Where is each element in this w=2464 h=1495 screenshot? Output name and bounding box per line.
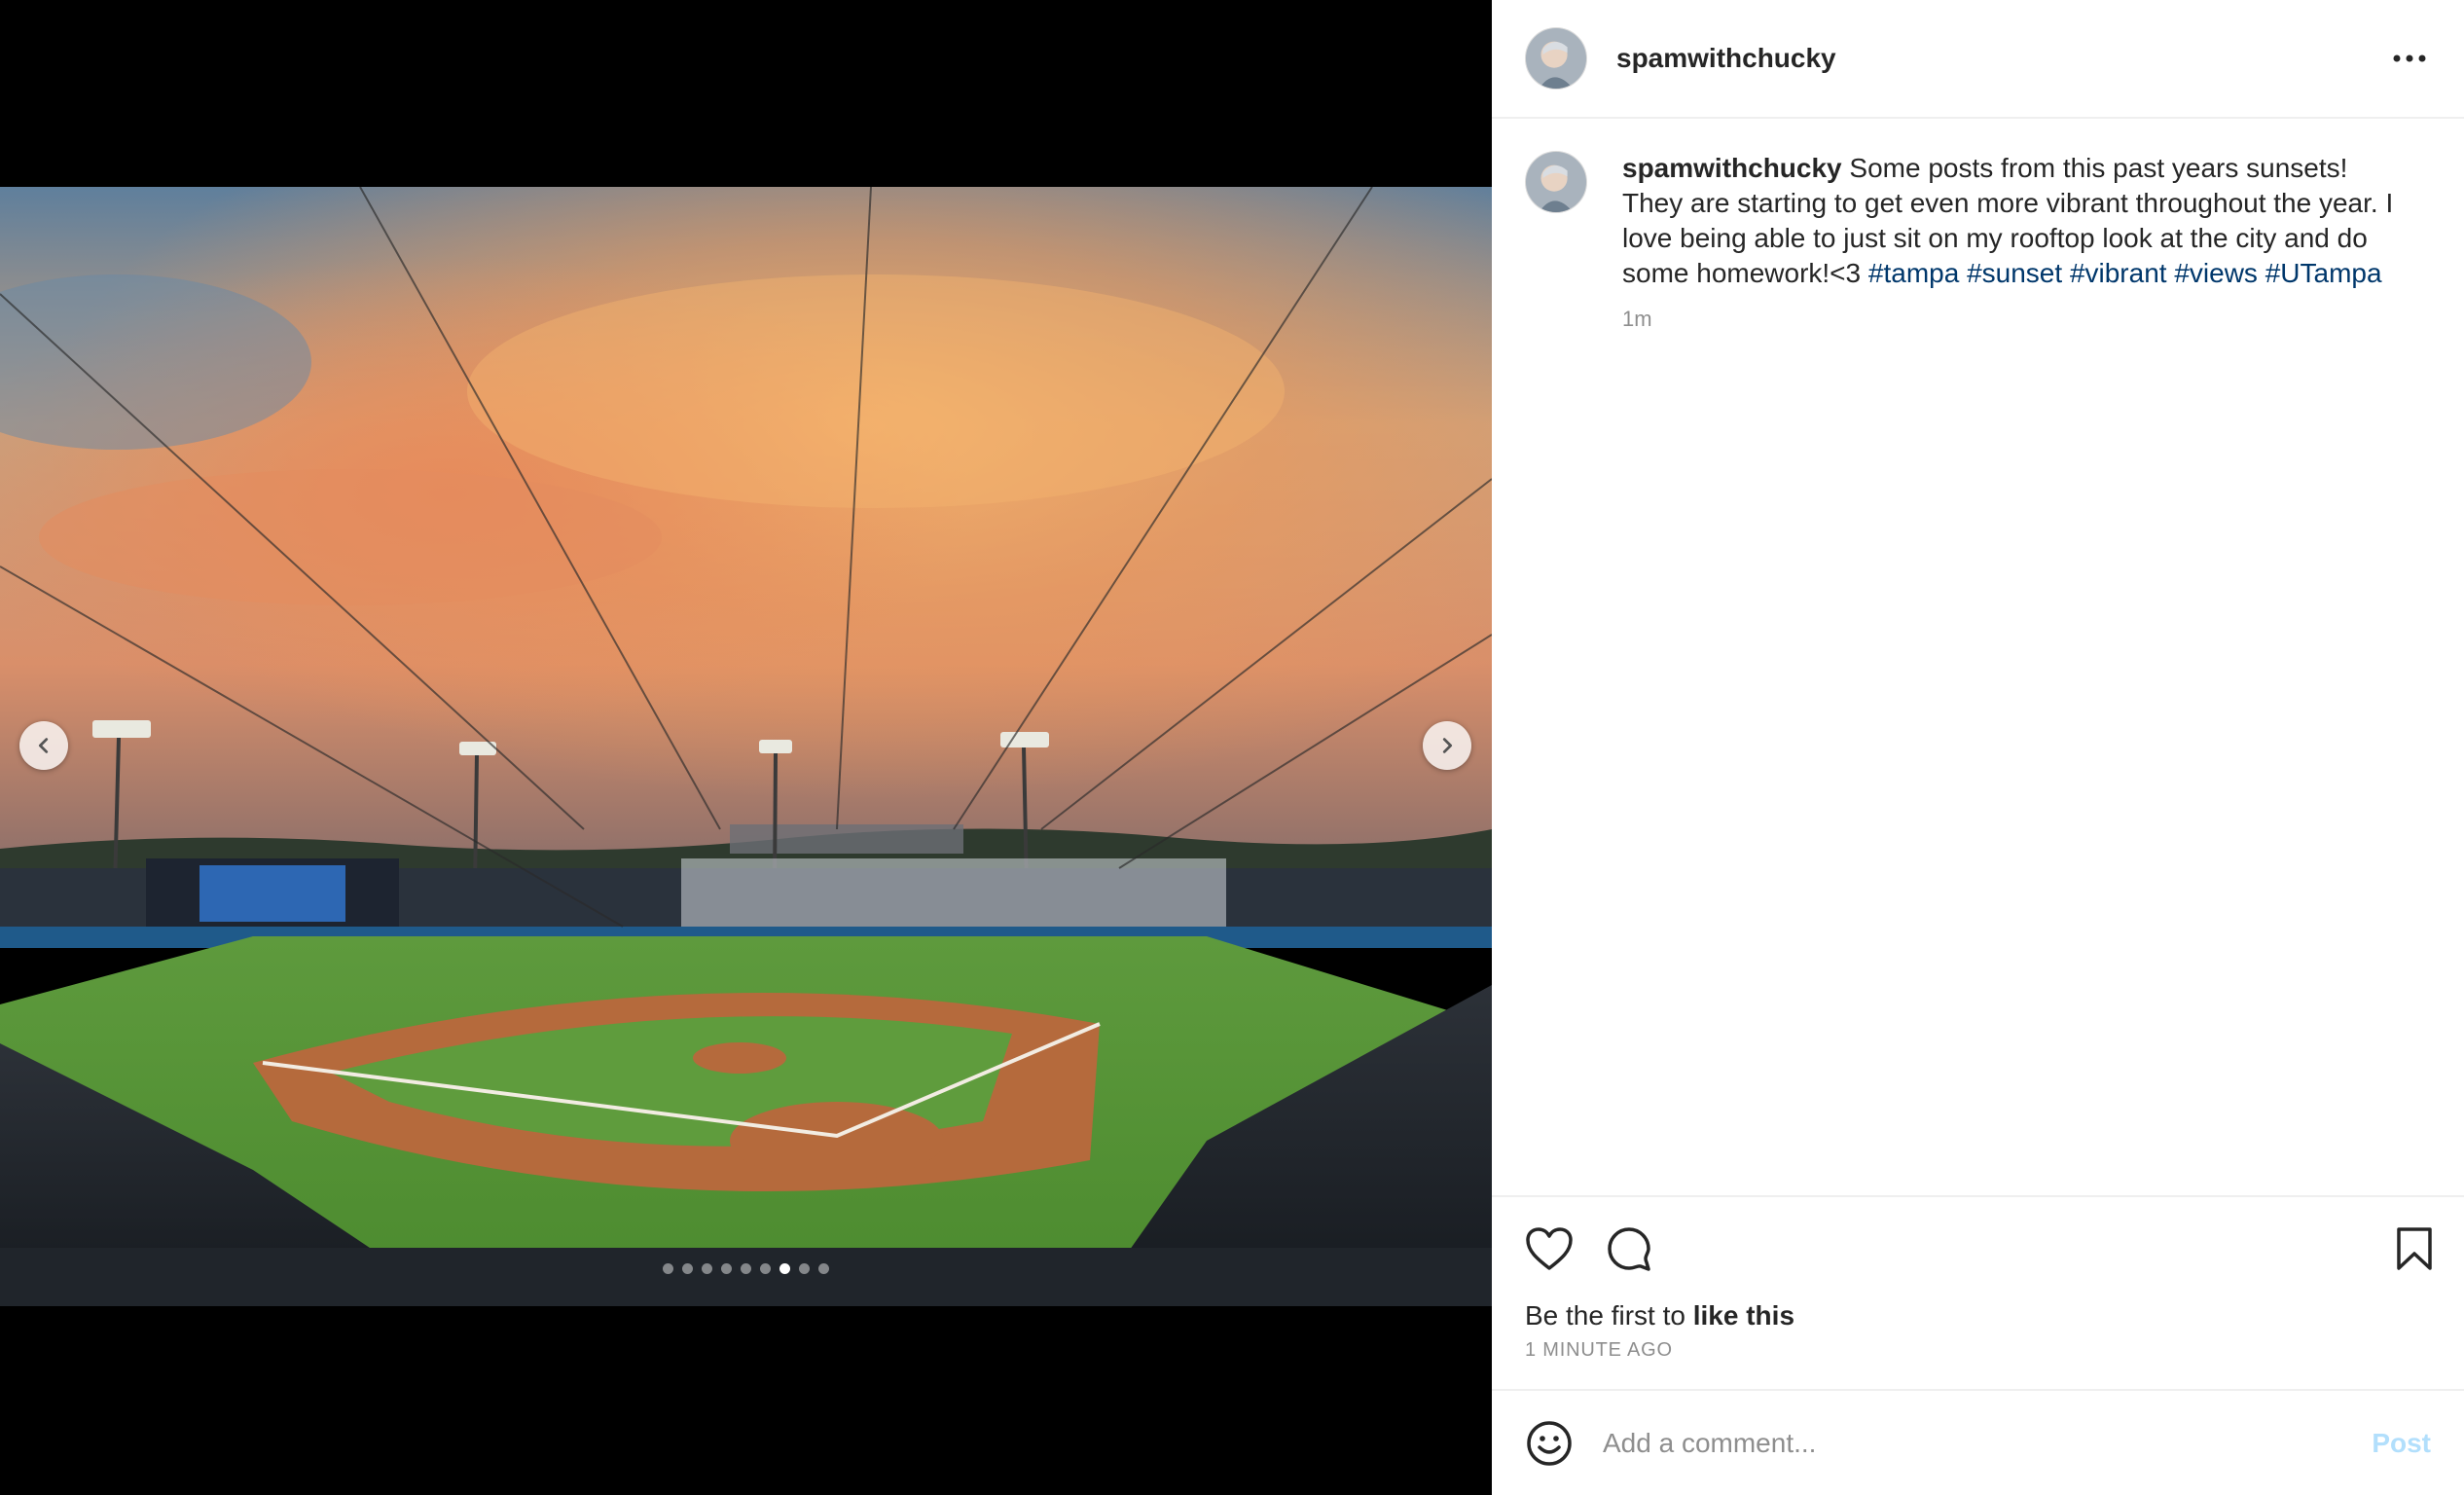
more-horizontal-icon	[2393, 55, 2426, 62]
save-button[interactable]	[2388, 1222, 2441, 1275]
carousel-dot	[702, 1263, 712, 1274]
hashtag-link[interactable]: #tampa	[1868, 258, 1959, 288]
carousel-indicator	[0, 1263, 1492, 1274]
caption-timestamp: 1m	[1622, 307, 1652, 331]
comment-button[interactable]	[1603, 1222, 1655, 1275]
hashtag-link[interactable]: #sunset	[1967, 258, 2062, 288]
post-timestamp: 1 MINUTE AGO	[1525, 1339, 1673, 1361]
carousel-dot	[760, 1263, 771, 1274]
comment-bubble-icon	[1608, 1227, 1650, 1271]
hashtag-link[interactable]: #views	[2174, 258, 2258, 288]
post-actions-section: Be the first to like this 1 MINUTE AGO	[1492, 1195, 2464, 1362]
like-button[interactable]	[1523, 1222, 1576, 1275]
stadium-sunset-image	[0, 187, 1492, 1306]
comment-form: Post	[1492, 1389, 2464, 1495]
more-options-button[interactable]	[2388, 37, 2431, 80]
caption: spamwithchucky Some posts from this past…	[1525, 151, 2406, 332]
like-this-link[interactable]: like this	[1693, 1300, 1794, 1331]
action-bar	[1492, 1197, 2464, 1300]
chevron-right-icon	[1442, 738, 1453, 753]
smiley-icon	[1527, 1420, 1572, 1466]
post-details-panel: spamwithchucky spamwithchucky Some posts…	[1492, 0, 2464, 1495]
carousel-dot	[663, 1263, 673, 1274]
caption-avatar[interactable]	[1525, 151, 1587, 213]
likes-summary: Be the first to like this	[1492, 1300, 2464, 1331]
carousel-dot	[799, 1263, 810, 1274]
carousel-dot	[682, 1263, 693, 1274]
header-username[interactable]: spamwithchucky	[1616, 43, 1836, 74]
post-header: spamwithchucky	[1492, 0, 2464, 119]
profile-photo	[1526, 28, 1586, 89]
caption-username[interactable]: spamwithchucky	[1622, 153, 1842, 183]
heart-icon	[1526, 1227, 1573, 1270]
avatar[interactable]	[1525, 27, 1587, 90]
likes-prefix: Be the first to	[1525, 1300, 1693, 1331]
chevron-left-icon	[38, 738, 49, 753]
carousel-dot	[741, 1263, 751, 1274]
hashtag-link[interactable]: #UTampa	[2265, 258, 2382, 288]
profile-photo	[1526, 152, 1586, 212]
carousel-dot	[721, 1263, 732, 1274]
carousel-dot	[779, 1263, 790, 1274]
post-photo	[0, 187, 1492, 1306]
caption-text: spamwithchucky Some posts from this past…	[1622, 151, 2406, 291]
carousel-prev-button[interactable]	[19, 721, 68, 770]
media-viewer	[0, 0, 1492, 1495]
carousel-next-button[interactable]	[1423, 721, 1471, 770]
bookmark-icon	[2397, 1227, 2432, 1270]
post-comment-button[interactable]: Post	[2372, 1428, 2431, 1459]
hashtag-link[interactable]: #vibrant	[2070, 258, 2167, 288]
comment-input[interactable]	[1603, 1427, 2353, 1459]
carousel-dot	[818, 1263, 829, 1274]
emoji-button[interactable]	[1525, 1419, 1574, 1468]
